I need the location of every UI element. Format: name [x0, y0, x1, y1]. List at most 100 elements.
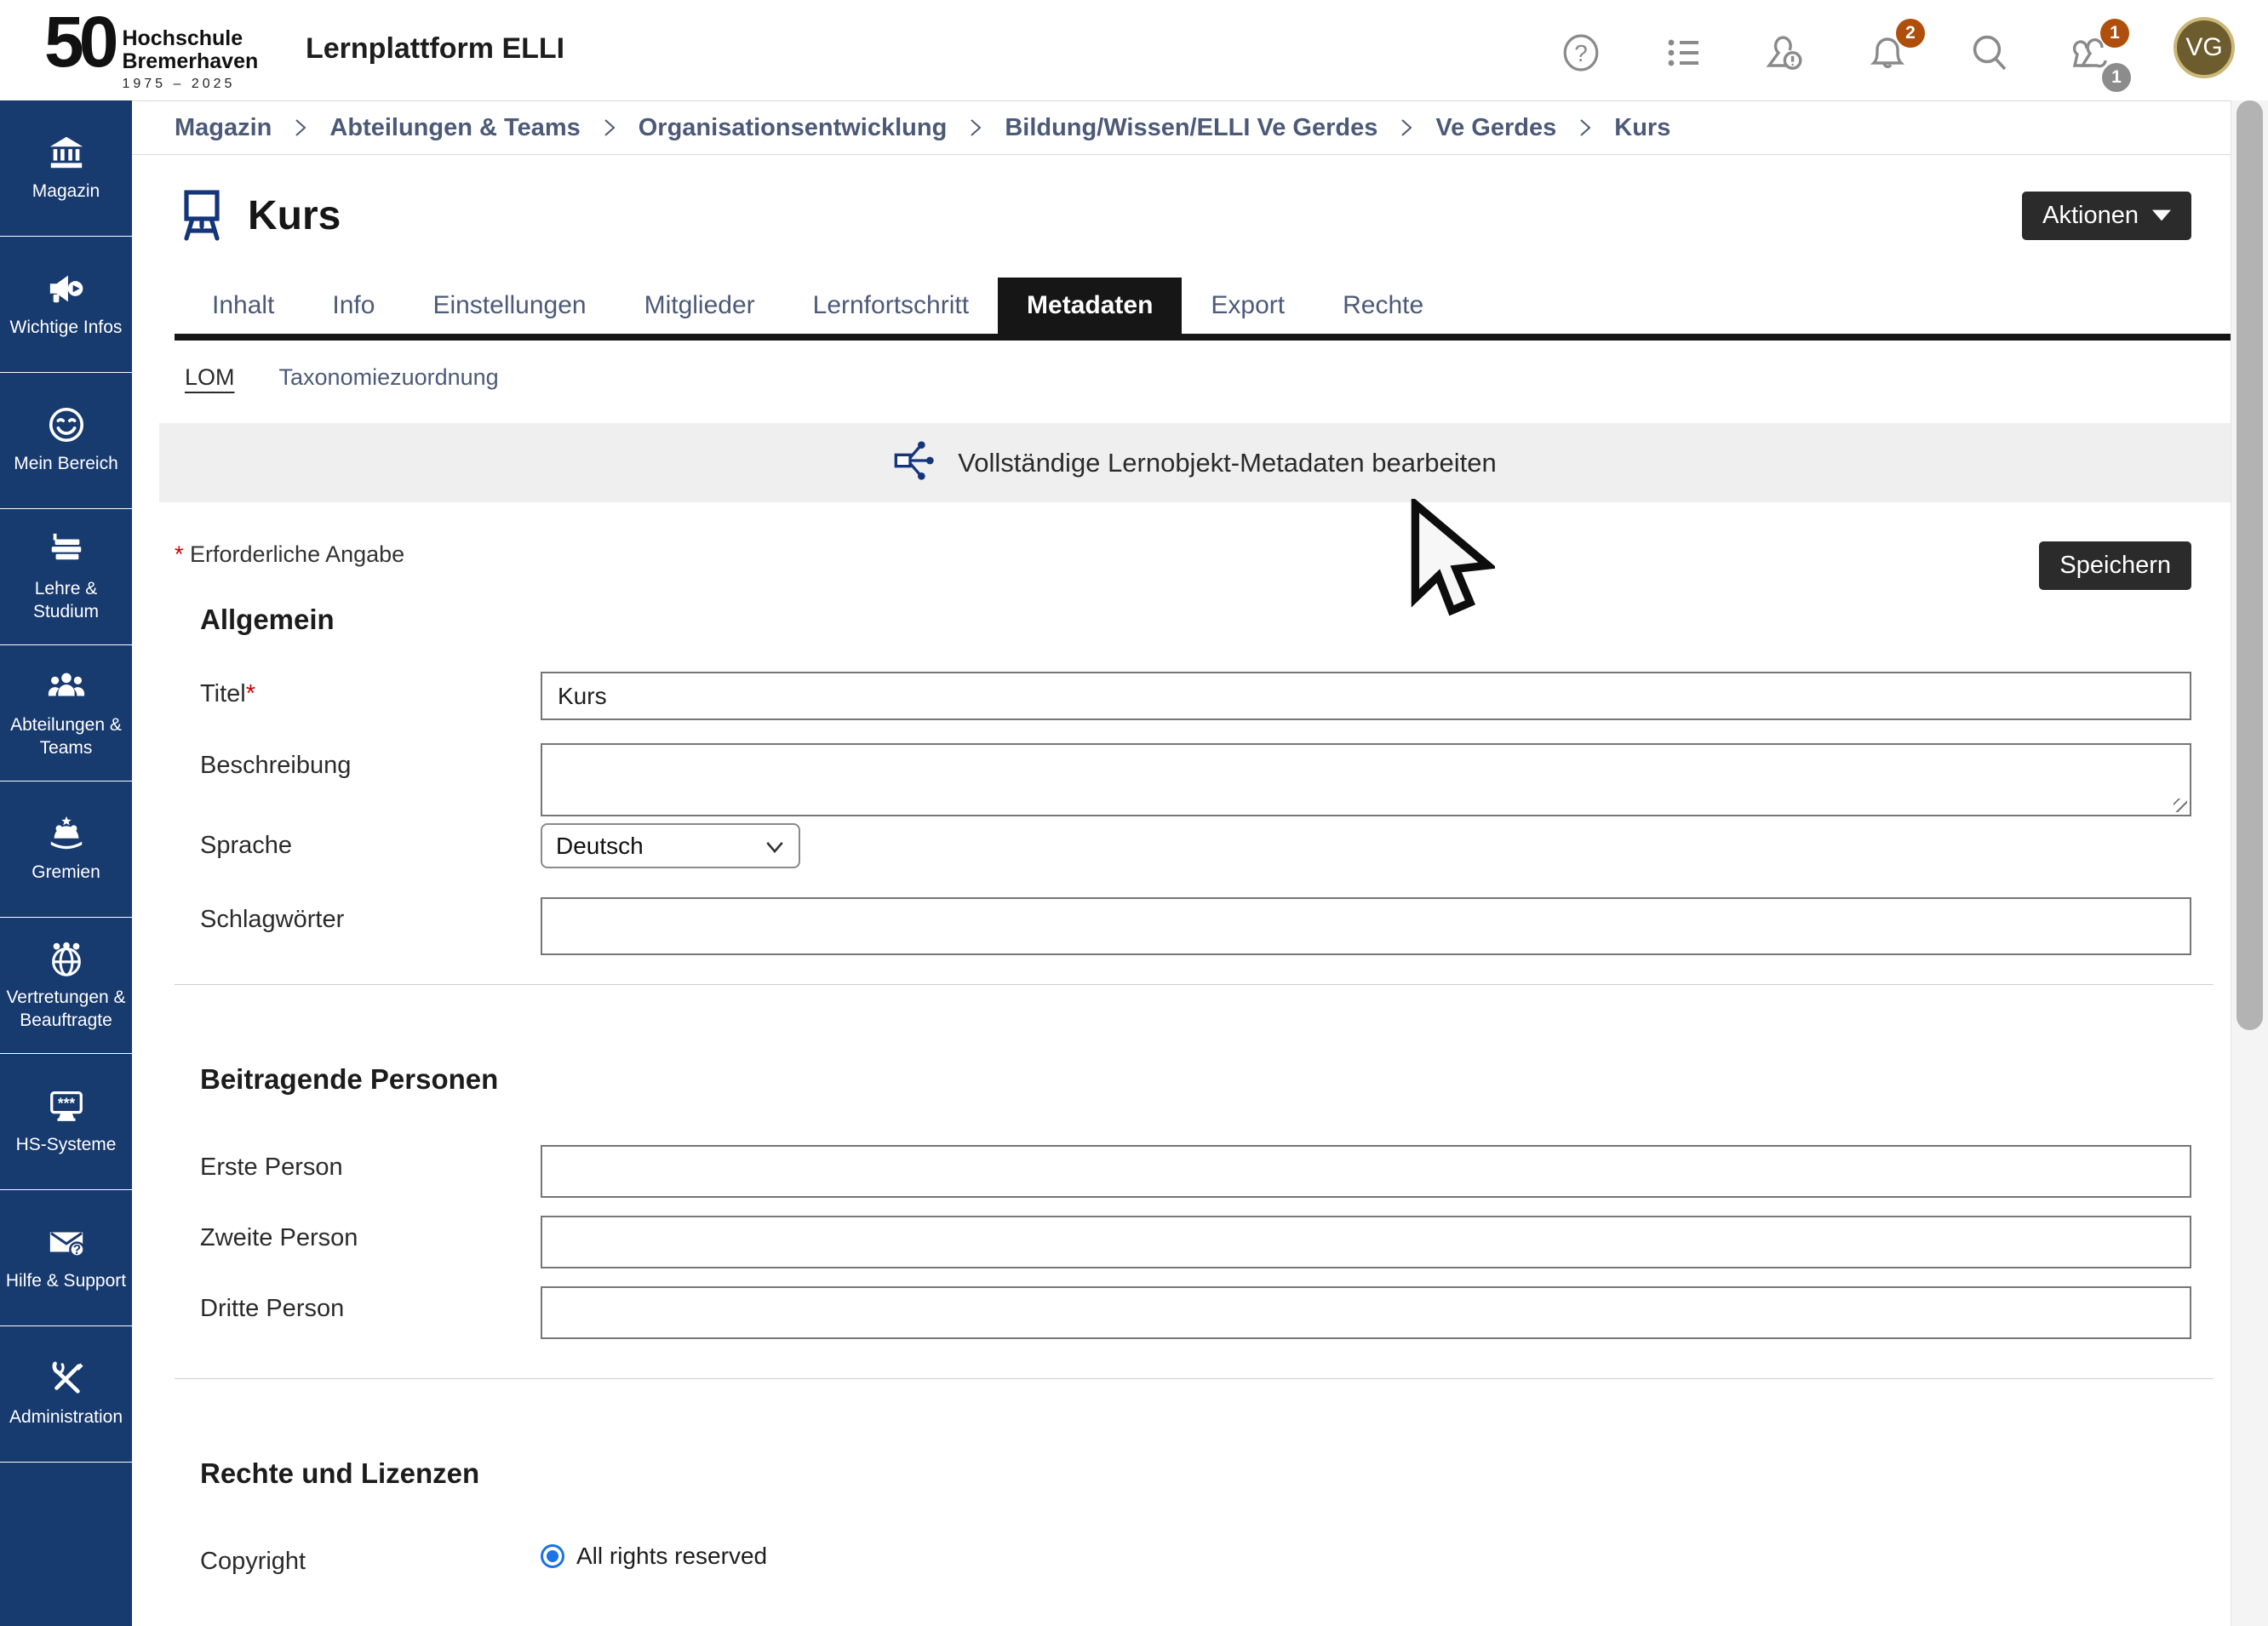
tab-bar: Inhalt Info Einstellungen Mitglieder Ler…: [175, 278, 2231, 341]
bank-icon: [47, 133, 86, 172]
breadcrumb-item[interactable]: Abteilungen & Teams: [329, 114, 580, 142]
dritte-person-input[interactable]: [541, 1286, 2191, 1339]
logo-50: 50: [44, 9, 113, 77]
sidebar-item-abteilungen-teams[interactable]: Abteilungen & Teams: [0, 645, 132, 782]
sidebar-item-label: Abteilungen & Teams: [5, 714, 127, 759]
sidebar-item-vertretungen[interactable]: Vertretungen & Beauftragte: [0, 918, 132, 1054]
titel-label-text: Titel: [200, 680, 246, 707]
metadata-form: Titel* Beschreibung Sprache Deutsch: [175, 672, 2231, 1576]
sprache-select[interactable]: Deutsch: [541, 823, 800, 868]
subtab-taxonomiezuordnung[interactable]: Taxonomiezuordnung: [279, 364, 499, 391]
breadcrumb-item[interactable]: Kurs: [1614, 114, 1670, 142]
form-row-copyright: Copyright All rights reserved: [175, 1539, 2191, 1576]
beschreibung-textarea[interactable]: [541, 743, 2191, 816]
logo-years: 1975 – 2025: [122, 77, 258, 92]
avatar[interactable]: VG: [2174, 17, 2235, 78]
list-icon[interactable]: [1663, 32, 1704, 73]
chevron-right-icon: [1400, 118, 1413, 137]
sidebar-item-label: HS-Systeme: [16, 1134, 117, 1156]
vertical-scrollbar[interactable]: [2231, 100, 2268, 1626]
required-note-text: Erforderliche Angabe: [190, 541, 404, 567]
field-label-dritte-person: Dritte Person: [175, 1286, 541, 1323]
breadcrumb: Magazin Abteilungen & Teams Organisation…: [132, 100, 2231, 155]
sidebar-item-label: Administration: [9, 1406, 123, 1428]
zweite-person-input[interactable]: [541, 1216, 2191, 1268]
tab-rechte[interactable]: Rechte: [1314, 278, 1452, 334]
scrollbar-thumb[interactable]: [2236, 100, 2263, 1030]
top-header: 50 Hochschule Bremerhaven 1975 – 2025 Le…: [0, 0, 2268, 100]
form-row-dritte-person: Dritte Person: [175, 1286, 2191, 1339]
people-icon: [47, 667, 86, 706]
section-heading-rechte: Rechte und Lizenzen: [200, 1457, 2231, 1490]
sidebar-item-administration[interactable]: Administration: [0, 1326, 132, 1463]
field-label-erste-person: Erste Person: [175, 1145, 541, 1182]
user-alert-icon[interactable]: [1765, 32, 1806, 73]
tab-export[interactable]: Export: [1182, 278, 1314, 334]
sidebar-item-label: Gremien: [32, 862, 100, 884]
subtab-bar: LOM Taxonomiezuordnung: [175, 364, 2231, 391]
titel-input[interactable]: [541, 672, 2191, 720]
chevron-right-icon: [603, 118, 616, 137]
actions-button-label: Aktionen: [2042, 202, 2139, 230]
metadata-graph-icon: [893, 439, 936, 486]
tab-metadaten[interactable]: Metadaten: [998, 278, 1182, 334]
subtab-lom[interactable]: LOM: [185, 364, 235, 391]
required-row: * Erforderliche Angabe Speichern: [175, 541, 2231, 590]
tools-icon: [47, 1359, 86, 1398]
section-divider: [175, 984, 2214, 985]
required-note: * Erforderliche Angabe: [175, 541, 404, 568]
sidebar-item-label: Lehre & Studium: [5, 578, 127, 623]
textarea-resize-handle[interactable]: [2174, 799, 2187, 812]
breadcrumb-item[interactable]: Magazin: [175, 114, 272, 142]
sprache-selected-value: Deutsch: [556, 833, 644, 860]
schlagwoerter-input[interactable]: [541, 897, 2191, 955]
form-row-sprache: Sprache Deutsch: [175, 823, 2191, 868]
chevron-down-icon: [765, 833, 785, 860]
sidebar-item-hilfe-support[interactable]: ? Hilfe & Support: [0, 1190, 132, 1326]
form-row-beschreibung: Beschreibung: [175, 743, 2191, 816]
section-heading-allgemein: Allgemein: [200, 604, 2231, 636]
copyright-radio-row: All rights reserved: [541, 1539, 2191, 1570]
edit-full-metadata-banner[interactable]: Vollständige Lernobjekt-Metadaten bearbe…: [159, 423, 2231, 502]
monitor-icon: ***: [47, 1086, 86, 1125]
chevron-right-icon: [294, 118, 307, 137]
field-label-beschreibung: Beschreibung: [175, 743, 541, 780]
breadcrumb-item[interactable]: Ve Gerdes: [1435, 114, 1556, 142]
field-label-titel: Titel*: [175, 672, 541, 708]
copyright-radio-selected[interactable]: [541, 1544, 564, 1568]
field-label-copyright: Copyright: [175, 1539, 541, 1576]
tab-mitglieder[interactable]: Mitglieder: [616, 278, 784, 334]
books-icon: [47, 530, 86, 570]
app-title: Lernplattform ELLI: [306, 32, 564, 66]
sidebar-item-label: Vertretungen & Beauftragte: [5, 987, 127, 1032]
bell-icon[interactable]: 2: [1867, 32, 1908, 73]
save-button[interactable]: Speichern: [2039, 541, 2191, 590]
hochschule-bremerhaven-logo[interactable]: 50 Hochschule Bremerhaven 1975 – 2025: [44, 9, 258, 92]
sidebar-item-hs-systeme[interactable]: *** HS-Systeme: [0, 1054, 132, 1190]
help-icon[interactable]: ?: [1561, 32, 1601, 73]
breadcrumb-item[interactable]: Bildung/Wissen/ELLI Ve Gerdes: [1005, 114, 1377, 142]
sidebar-item-mein-bereich[interactable]: Mein Bereich: [0, 373, 132, 509]
tab-inhalt[interactable]: Inhalt: [183, 278, 303, 334]
tab-info[interactable]: Info: [303, 278, 404, 334]
sidebar-item-lehre-studium[interactable]: Lehre & Studium: [0, 509, 132, 645]
caret-down-icon: [2152, 209, 2171, 221]
search-icon[interactable]: [1969, 32, 2010, 73]
course-easel-icon: [175, 187, 229, 243]
tab-einstellungen[interactable]: Einstellungen: [404, 278, 615, 334]
erste-person-input[interactable]: [541, 1145, 2191, 1198]
field-label-schlagwoerter: Schlagwörter: [175, 897, 541, 934]
sidebar-item-label: Hilfe & Support: [6, 1270, 126, 1292]
contacts-icon[interactable]: 1 1: [2071, 32, 2112, 73]
banner-label: Vollständige Lernobjekt-Metadaten bearbe…: [958, 448, 1497, 478]
sidebar-item-wichtige-infos[interactable]: Wichtige Infos: [0, 237, 132, 373]
sidebar-item-magazin[interactable]: Magazin: [0, 100, 132, 237]
copyright-option-label: All rights reserved: [576, 1543, 767, 1570]
breadcrumb-item[interactable]: Organisationsentwicklung: [639, 114, 948, 142]
globe-people-icon: [47, 939, 86, 978]
header-icon-bar: ?: [1561, 27, 2235, 78]
sidebar-item-gremien[interactable]: Gremien: [0, 782, 132, 918]
tab-lernfortschritt[interactable]: Lernfortschritt: [784, 278, 998, 334]
page-content: Kurs Aktionen Inhalt Info Einstellungen …: [132, 187, 2231, 1576]
actions-button[interactable]: Aktionen: [2022, 192, 2191, 240]
